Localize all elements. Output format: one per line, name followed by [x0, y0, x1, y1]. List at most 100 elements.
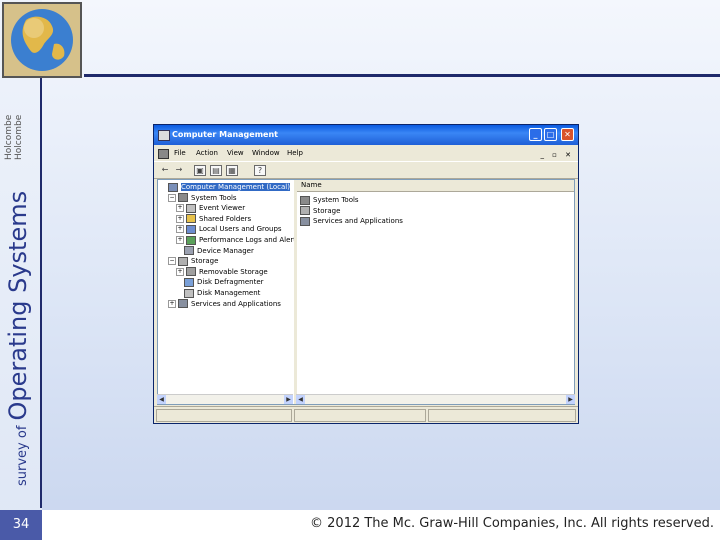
tree-horizontal-scrollbar[interactable]: ◀ ▶	[157, 394, 293, 404]
status-bar	[154, 406, 578, 423]
author-line-1: Holcombe	[4, 114, 14, 160]
authors: Holcombe Holcombe	[4, 115, 24, 160]
back-arrow-icon[interactable]: ←	[160, 165, 170, 174]
computer-management-window: Computer Management _ □ ✕ File Action Vi…	[153, 124, 579, 424]
properties-icon[interactable]: ▦	[226, 165, 238, 176]
tree-item-label: Disk Defragmenter	[197, 278, 264, 287]
up-folder-icon[interactable]: ▣	[194, 165, 206, 176]
expand-icon[interactable]: +	[176, 204, 184, 213]
title-bar[interactable]: Computer Management _ □ ✕	[154, 125, 578, 145]
scroll-left-icon[interactable]: ◀	[296, 395, 305, 404]
tree-item[interactable]: Disk Defragmenter	[176, 277, 264, 287]
help-icon[interactable]: ?	[254, 165, 266, 176]
collapse-icon[interactable]: −	[168, 193, 176, 202]
maximize-button[interactable]: □	[544, 128, 557, 141]
performance-icon	[186, 235, 196, 245]
series-title-small: survey of	[15, 425, 30, 486]
page-number: 34	[0, 510, 42, 540]
list-item[interactable]: Services and Applications	[300, 216, 403, 226]
disk-management-icon	[184, 288, 194, 298]
tree-item-label: Shared Folders	[199, 214, 252, 223]
computer-icon	[168, 182, 178, 192]
no-expander	[176, 279, 182, 285]
defrag-icon	[184, 277, 194, 287]
device-manager-icon	[184, 246, 194, 256]
no-expander	[176, 248, 182, 254]
globe-logo	[2, 2, 82, 78]
content-area: Computer Management (Local) − System Tools…	[157, 179, 575, 405]
column-header-name[interactable]: Name	[297, 180, 574, 192]
tree-item-label: System Tools	[191, 193, 237, 202]
copyright: © 2012 The Mc. Graw-Hill Companies, Inc.…	[310, 516, 714, 531]
users-icon	[186, 224, 196, 234]
expand-icon[interactable]: +	[176, 267, 184, 276]
tree-item-label: Computer Management (Local)	[181, 183, 290, 191]
event-viewer-icon	[186, 203, 196, 213]
storage-icon	[178, 256, 188, 266]
status-cell-2	[294, 409, 426, 422]
tree-item[interactable]: Computer Management (Local)	[160, 182, 290, 192]
show-tree-icon[interactable]: ▤	[210, 165, 222, 176]
menu-file[interactable]: File	[174, 146, 186, 160]
window-title: Computer Management	[172, 130, 278, 139]
storage-icon	[300, 206, 310, 216]
list-item-label: Services and Applications	[313, 217, 403, 226]
scroll-right-icon[interactable]: ▶	[566, 395, 575, 404]
mdi-controls[interactable]: _ ▫ ✕	[540, 148, 574, 162]
list-item-label: System Tools	[313, 196, 359, 204]
expand-icon[interactable]: +	[176, 214, 184, 223]
tree-item[interactable]: − Storage	[168, 256, 218, 266]
no-expander	[176, 290, 182, 296]
tree-item-label: Performance Logs and Alerts	[199, 236, 297, 244]
tree-item[interactable]: + Performance Logs and Alerts	[176, 235, 297, 245]
list-item[interactable]: System Tools	[300, 195, 359, 205]
services-icon	[300, 216, 310, 226]
tree-item-label: Event Viewer	[199, 204, 246, 213]
services-icon	[178, 299, 188, 309]
list-item-label: Storage	[313, 206, 341, 215]
tree-item[interactable]: Device Manager	[176, 246, 254, 256]
tree-item[interactable]: + Removable Storage	[176, 267, 268, 277]
tree-item[interactable]: + Event Viewer	[176, 203, 245, 213]
minimize-button[interactable]: _	[529, 128, 542, 141]
removable-storage-icon	[186, 267, 196, 277]
menu-view[interactable]: View	[227, 146, 244, 160]
tools-icon	[300, 195, 310, 205]
expand-icon[interactable]: +	[168, 299, 176, 308]
forward-arrow-icon[interactable]: →	[174, 165, 184, 174]
tree-item[interactable]: Disk Management	[176, 288, 260, 298]
menu-help[interactable]: Help	[287, 146, 303, 160]
tree-item[interactable]: + Shared Folders	[176, 214, 251, 224]
tree-pane[interactable]: Computer Management (Local) − System Tools…	[158, 180, 297, 404]
tree-item-label: Storage	[191, 257, 219, 266]
tree-item-label: Device Manager	[197, 246, 254, 255]
toolbar: ← → ▣ ▤ ▦ ?	[154, 161, 578, 179]
computer-management-icon	[158, 130, 170, 141]
top-rule	[84, 74, 720, 77]
system-menu-icon[interactable]	[158, 149, 169, 159]
tree-item-label: Services and Applications	[191, 299, 281, 308]
scroll-right-icon[interactable]: ▶	[284, 395, 293, 404]
tree-item[interactable]: + Services and Applications	[168, 299, 281, 309]
list-pane[interactable]: Name System Tools Storage Services and App…	[297, 180, 574, 404]
menu-window[interactable]: Window	[252, 146, 280, 160]
close-button[interactable]: ✕	[561, 128, 574, 141]
expand-icon[interactable]: +	[176, 236, 184, 244]
menu-action[interactable]: Action	[196, 146, 218, 160]
list-item[interactable]: Storage	[300, 206, 340, 216]
series-title-big: Operating Systems	[4, 190, 32, 421]
shared-folder-icon	[186, 214, 196, 224]
tree-item-label: Disk Management	[197, 289, 261, 297]
expand-icon[interactable]: +	[176, 225, 184, 234]
globe-icon	[4, 4, 80, 76]
tree-item[interactable]: − System Tools	[168, 193, 237, 203]
tools-icon	[178, 193, 188, 203]
list-horizontal-scrollbar[interactable]: ◀ ▶	[296, 394, 575, 404]
author-line-2: Holcombe	[14, 114, 24, 160]
tree-item-label: Removable Storage	[199, 267, 268, 276]
menu-bar: File Action View Window Help _ ▫ ✕	[154, 146, 578, 160]
scroll-left-icon[interactable]: ◀	[157, 395, 166, 404]
no-expander	[160, 184, 166, 190]
tree-item[interactable]: + Local Users and Groups	[176, 224, 282, 234]
collapse-icon[interactable]: −	[168, 257, 176, 266]
